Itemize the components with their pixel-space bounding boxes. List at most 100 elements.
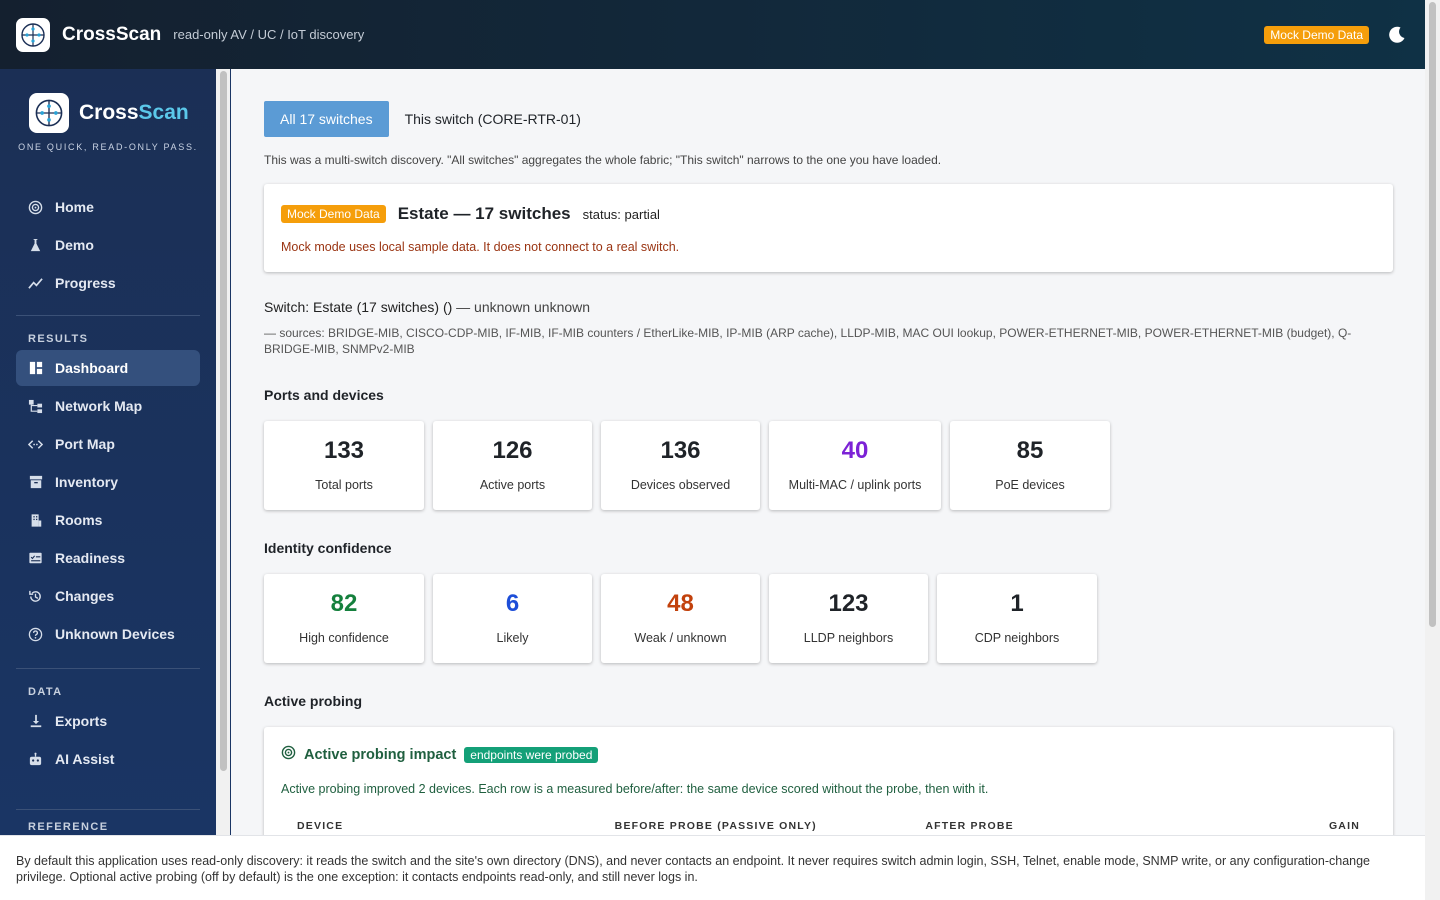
crosshair-logo-icon	[21, 22, 45, 47]
sidebar-item-inventory[interactable]: Inventory	[16, 464, 200, 500]
active-probing-card: Active probing impact endpoints were pro…	[264, 727, 1393, 835]
sidebar-item-readiness[interactable]: Readiness	[16, 540, 200, 576]
stat-label: Multi-MAC / uplink ports	[788, 478, 922, 492]
sidebar-item-label: Rooms	[55, 512, 103, 528]
stat-label: Devices observed	[630, 478, 731, 492]
top-bar: CrossScan read-only AV / UC / IoT discov…	[0, 0, 1425, 69]
stat-card-weak-unknown: 48 Weak / unknown	[601, 574, 760, 663]
sidebar: CrossScan ONE QUICK, READ-ONLY PASS. Hom…	[0, 69, 216, 835]
sidebar-scrollbar[interactable]	[216, 69, 231, 835]
sidebar-item-port-map[interactable]: Port Map	[16, 426, 200, 462]
archive-icon	[28, 475, 43, 490]
sidebar-item-rooms[interactable]: Rooms	[16, 502, 200, 538]
network-icon	[28, 399, 43, 414]
stat-card-high-confidence: 82 High confidence	[264, 574, 424, 663]
sidebar-item-label: Readiness	[55, 550, 126, 566]
tab-all-switches[interactable]: All 17 switches	[264, 101, 389, 137]
stat-value: 40	[841, 437, 869, 464]
trend-icon	[28, 276, 43, 291]
stat-label: Total ports	[315, 478, 373, 492]
identity-stats: 82 High confidence 6 Likely 48 Weak / un…	[264, 574, 1393, 663]
sidebar-item-network-map[interactable]: Network Map	[16, 388, 200, 424]
sidebar-brand[interactable]: CrossScan	[0, 69, 216, 133]
stat-label: CDP neighbors	[974, 631, 1060, 645]
tab-this-switch[interactable]: This switch (CORE-RTR-01)	[389, 101, 597, 137]
stat-label: Likely	[496, 631, 529, 645]
stat-card-lldp-neighbors: 123 LLDP neighbors	[769, 574, 928, 663]
probing-description: Active probing improved 2 devices. Each …	[281, 782, 989, 796]
sidebar-item-demo[interactable]: Demo	[16, 227, 200, 263]
download-icon	[28, 714, 43, 729]
crosshair-logo-icon	[35, 99, 63, 127]
sidebar-item-label: AI Assist	[55, 751, 115, 767]
sidebar-item-label: Unknown Devices	[55, 626, 175, 642]
robot-icon	[28, 752, 43, 767]
sidebar-item-label: Home	[55, 199, 94, 215]
stat-value: 82	[330, 590, 358, 617]
stat-label: Active ports	[479, 478, 546, 492]
ports-section-title: Ports and devices	[264, 387, 384, 403]
sidebar-divider	[16, 668, 200, 669]
code-arrows-icon	[28, 437, 43, 452]
page-scrollbar[interactable]	[1425, 0, 1440, 900]
stat-card-likely: 6 Likely	[433, 574, 592, 663]
column-header: BEFORE PROBE (PASSIVE ONLY)	[614, 820, 817, 832]
identity-section-title: Identity confidence	[264, 540, 392, 556]
moon-icon	[1389, 26, 1405, 43]
sidebar-item-unknown-devices[interactable]: Unknown Devices	[16, 616, 200, 652]
results-section-title: RESULTS	[28, 333, 89, 345]
sidebar-item-label: Demo	[55, 237, 94, 253]
stat-value: 123	[828, 590, 869, 617]
sidebar-item-exports[interactable]: Exports	[16, 703, 200, 739]
sidebar-item-label: Network Map	[55, 398, 143, 414]
sidebar-nav: Home Demo Progress RESULTS Dashboard Net…	[0, 189, 216, 833]
switch-vendor-model: — unknown unknown	[452, 299, 591, 315]
app-logo[interactable]	[16, 17, 50, 52]
page-scrollbar-thumb[interactable]	[1429, 2, 1436, 627]
sidebar-item-dashboard[interactable]: Dashboard	[16, 350, 200, 386]
reference-section-title: REFERENCE	[28, 821, 109, 833]
sidebar-item-label: Progress	[55, 275, 116, 291]
sidebar-item-ai-assist[interactable]: AI Assist	[16, 741, 200, 777]
mock-data-card: Mock Demo Data Estate — 17 switches stat…	[264, 184, 1393, 272]
target-icon	[281, 745, 296, 765]
sidebar-item-changes[interactable]: Changes	[16, 578, 200, 614]
stat-value: 136	[660, 437, 701, 464]
sidebar-item-progress[interactable]: Progress	[16, 265, 200, 301]
brand-name: CrossScan	[79, 101, 189, 125]
column-header: DEVICE	[297, 820, 344, 832]
mock-data-badge: Mock Demo Data	[1264, 25, 1369, 44]
stat-card-poe-devices: 85 PoE devices	[950, 421, 1110, 510]
scope-hint: This was a multi-switch discovery. "All …	[264, 153, 942, 167]
stat-value: 48	[667, 590, 694, 617]
theme-toggle-button[interactable]	[1385, 23, 1409, 47]
data-sources: — sources: BRIDGE-MIB, CISCO-CDP-MIB, IF…	[264, 326, 1352, 356]
stat-card-devices-observed: 136 Devices observed	[601, 421, 760, 510]
brand-tagline: ONE QUICK, READ-ONLY PASS.	[18, 142, 198, 152]
sidebar-item-home[interactable]: Home	[16, 189, 200, 225]
data-section-title: DATA	[28, 686, 63, 698]
dashboard-icon	[28, 361, 43, 376]
estate-status: status: partial	[582, 206, 660, 222]
stat-value: 6	[505, 590, 520, 617]
probed-badge: endpoints were probed	[464, 747, 599, 763]
probing-section-title: Active probing	[264, 693, 363, 709]
probing-card-title: Active probing impact	[304, 747, 457, 763]
stat-value: 85	[1016, 437, 1044, 464]
stat-label: High confidence	[299, 631, 389, 645]
building-icon	[28, 513, 43, 528]
mock-mode-note: Mock mode uses local sample data. It doe…	[281, 240, 680, 254]
checklist-icon	[28, 551, 43, 566]
stat-value: 126	[492, 437, 533, 464]
sidebar-item-label: Inventory	[55, 474, 119, 490]
stat-value: 133	[323, 437, 365, 464]
app-title: CrossScan	[62, 23, 162, 45]
stat-card-multi-mac: 40 Multi-MAC / uplink ports	[769, 421, 941, 510]
sidebar-item-label: Port Map	[55, 436, 115, 452]
sidebar-scrollbar-thumb[interactable]	[220, 71, 227, 771]
stat-label: Weak / unknown	[634, 631, 727, 645]
mock-data-badge: Mock Demo Data	[281, 205, 386, 223]
stat-card-total-ports: 133 Total ports	[264, 421, 424, 510]
estate-title: Estate — 17 switches	[397, 204, 571, 223]
brand-name-part-b: Scan	[138, 101, 189, 124]
